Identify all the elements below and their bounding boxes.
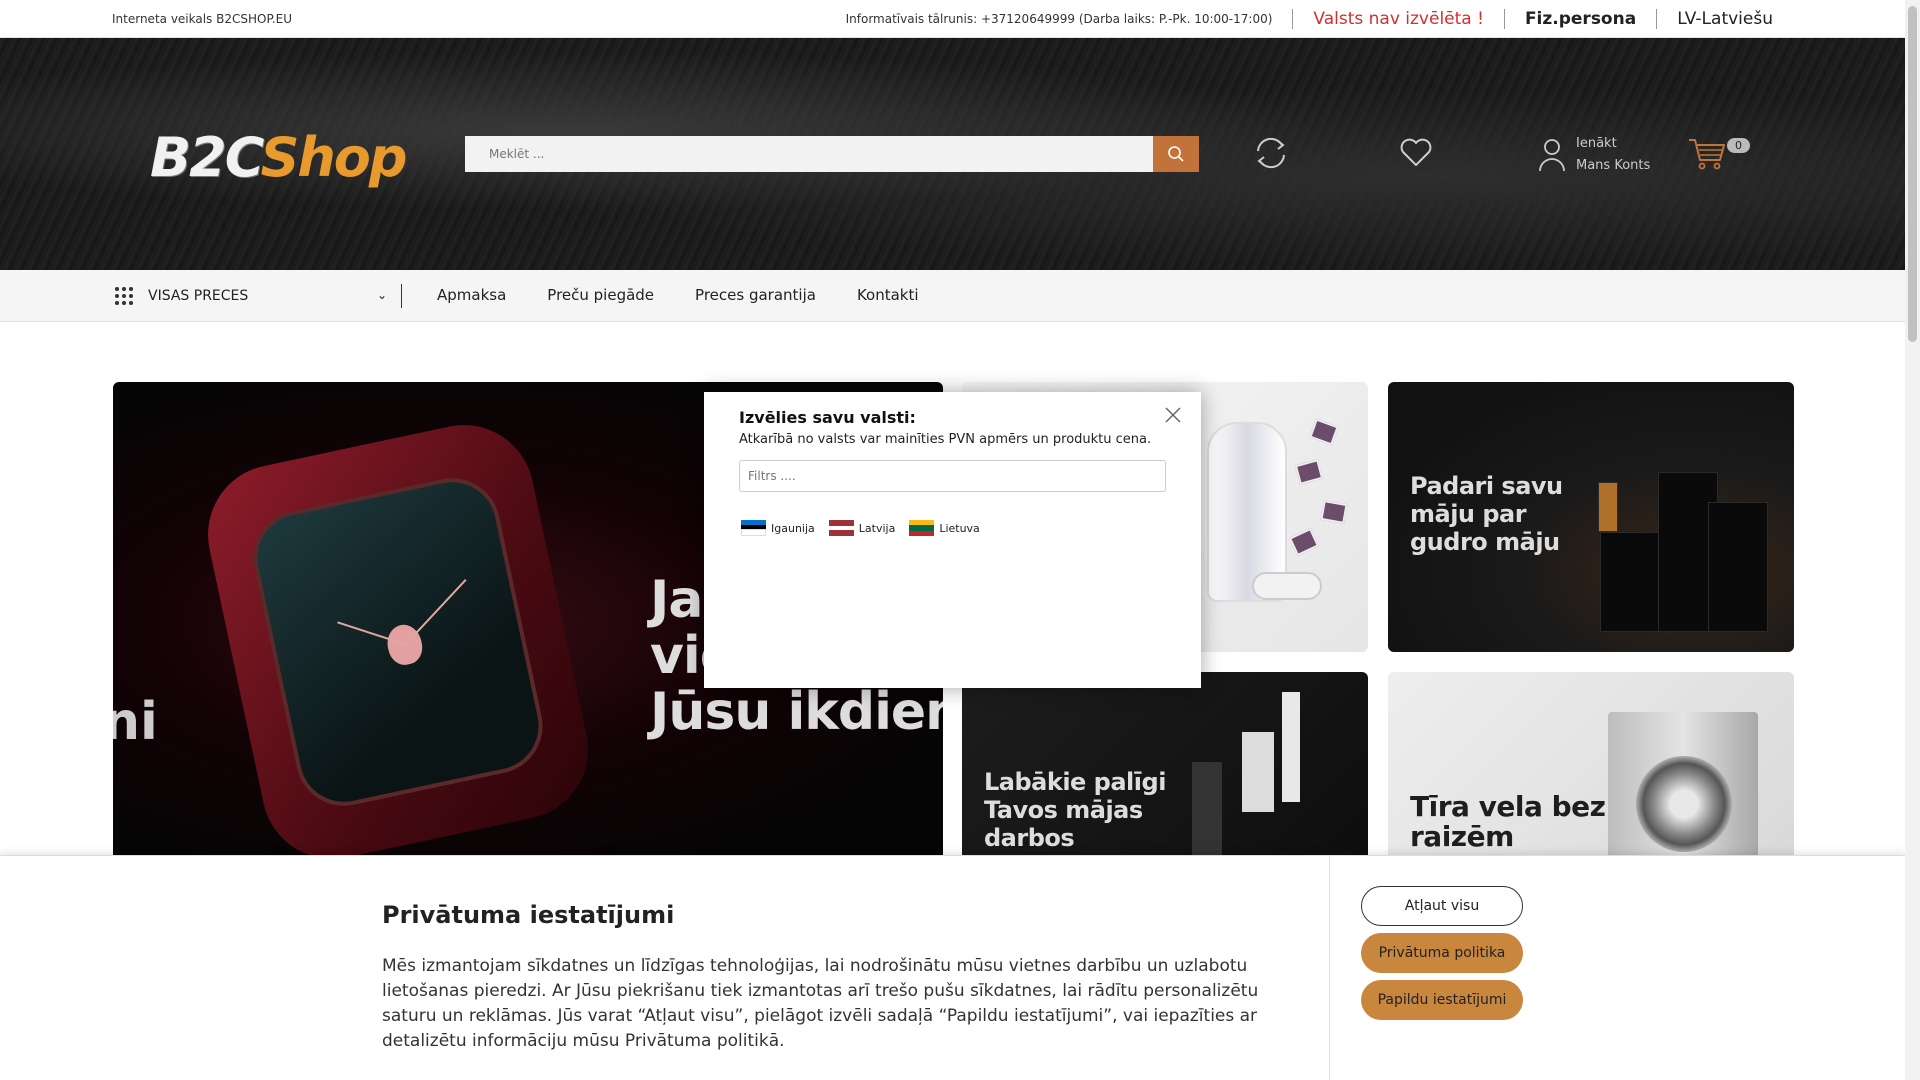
cart-icon xyxy=(1689,139,1725,170)
persona-selector[interactable]: Fiz.persona xyxy=(1505,9,1658,29)
vacuum-image xyxy=(1282,692,1300,802)
main-nav: VISAS PRECES ⌄ Apmaksa Preču piegāde Pre… xyxy=(0,270,1905,322)
more-settings-button[interactable]: Papildu iestatījumi xyxy=(1361,980,1523,1020)
grid-icon xyxy=(115,287,133,305)
heart-icon xyxy=(1400,138,1432,166)
washer-door xyxy=(1636,756,1732,852)
page: Interneta veikals B2CSHOP.EU Informatīva… xyxy=(0,0,1905,1080)
language-selector[interactable]: LV-Latviešu xyxy=(1657,9,1905,29)
account-my-label: Mans Konts xyxy=(1576,158,1651,173)
latvia-flag-icon xyxy=(828,520,854,537)
close-icon xyxy=(1165,407,1181,423)
search-icon xyxy=(1168,146,1184,162)
logo[interactable]: B2CShop xyxy=(150,126,408,189)
estonia-flag-icon xyxy=(741,520,766,537)
game-card xyxy=(1309,418,1339,446)
compare-icon xyxy=(1257,137,1285,169)
nav-links: Apmaksa Preču piegāde Preces garantija K… xyxy=(437,286,919,304)
banner-left-fragment: ni xyxy=(113,692,158,752)
product-box xyxy=(1708,502,1768,632)
watch-hand xyxy=(403,579,467,647)
account-login-label: Ienākt xyxy=(1576,136,1617,151)
nav-link-payment[interactable]: Apmaksa xyxy=(437,286,506,304)
cookie-divider xyxy=(1329,856,1330,1080)
cart-button[interactable]: 0 xyxy=(1687,134,1750,176)
top-bar: Interneta veikals B2CSHOP.EU Informatīva… xyxy=(0,0,1905,38)
allow-all-button[interactable]: Atļaut visu xyxy=(1361,886,1523,926)
country-modal: Izvēlies savu valsti: Atkarībā no valsts… xyxy=(704,392,1201,688)
cookie-banner: Privātuma iestatījumi Mēs izmantojam sīk… xyxy=(0,855,1905,1080)
close-button[interactable] xyxy=(1164,406,1182,424)
vacuum-image xyxy=(1192,762,1222,862)
top-bar-right: Informatīvais tālrunis: +37120649999 (Da… xyxy=(846,0,1905,38)
country-filter-input[interactable] xyxy=(739,460,1166,492)
modal-subtitle: Atkarībā no valsts var mainīties PVN apm… xyxy=(739,432,1152,447)
gamepad-image xyxy=(1252,572,1322,600)
site-name: Interneta veikals B2CSHOP.EU xyxy=(112,12,293,26)
cart-count-badge: 0 xyxy=(1727,138,1750,153)
cookie-text: Mēs izmantojam sīkdatnes un līdzīgas teh… xyxy=(382,956,1259,1051)
product-box xyxy=(1598,482,1618,532)
privacy-policy-button[interactable]: Privātuma politika xyxy=(1361,933,1523,973)
lithuania-flag-icon xyxy=(909,520,935,536)
nav-link-warranty[interactable]: Preces garantija xyxy=(695,286,816,304)
watch-face xyxy=(244,469,552,815)
header: B2CShop Ie xyxy=(0,38,1905,270)
washer-text: Tīra vela bez raizēm xyxy=(1410,790,1606,853)
nav-link-contacts[interactable]: Kontakti xyxy=(857,286,919,304)
logo-shop: Shop xyxy=(260,126,407,189)
country-option-estonia[interactable]: Igaunija xyxy=(741,520,815,537)
cookie-title: Privātuma iestatījumi xyxy=(382,901,675,929)
phone-info: Informatīvais tālrunis: +37120649999 (Da… xyxy=(846,9,1294,29)
all-products-label: VISAS PRECES xyxy=(148,288,249,304)
smart-home-text: Padari savu māju par gudro māju xyxy=(1410,472,1563,556)
banner-line-3: Jūsu ikdiena xyxy=(650,682,943,742)
game-card xyxy=(1288,527,1320,557)
country-option-latvia[interactable]: Latvija xyxy=(828,520,896,537)
smartwatch-image xyxy=(195,412,601,862)
country-option-lithuania[interactable]: Lietuva xyxy=(909,520,980,536)
game-card xyxy=(1294,459,1324,485)
country-list: Igaunija Latvija Lietuva xyxy=(741,520,980,537)
country-label: Lietuva xyxy=(939,521,980,535)
country-label: Igaunija xyxy=(771,521,815,535)
wishlist-button[interactable] xyxy=(1398,134,1434,174)
compare-button[interactable] xyxy=(1252,134,1290,176)
tile-smart-home[interactable]: Padari savu māju par gudro māju xyxy=(1388,382,1794,652)
country-selector[interactable]: Valsts nav izvēlēta ! xyxy=(1293,9,1505,29)
user-icon xyxy=(1539,139,1565,172)
search-input[interactable] xyxy=(465,136,1153,172)
search-bar xyxy=(465,136,1199,172)
all-products-menu[interactable]: VISAS PRECES ⌄ xyxy=(114,284,402,308)
logo-b2c: B2C xyxy=(150,126,262,189)
account-lines: Ienākt Mans Konts xyxy=(1576,133,1650,177)
scrollbar[interactable] xyxy=(1905,0,1920,1080)
search-button[interactable] xyxy=(1153,136,1199,172)
country-label: Latvija xyxy=(858,521,896,535)
account-link[interactable]: Ienākt Mans Konts xyxy=(1538,133,1650,177)
vacuum-image xyxy=(1242,732,1274,812)
nav-link-delivery[interactable]: Preču piegāde xyxy=(547,286,654,304)
chevron-down-icon: ⌄ xyxy=(376,288,387,302)
game-card xyxy=(1320,500,1348,524)
vacuum-text: Labākie palīgi Tavos mājas darbos xyxy=(984,768,1166,852)
scrollbar-thumb[interactable] xyxy=(1908,6,1917,342)
modal-title: Izvēlies savu valsti: xyxy=(739,408,916,427)
